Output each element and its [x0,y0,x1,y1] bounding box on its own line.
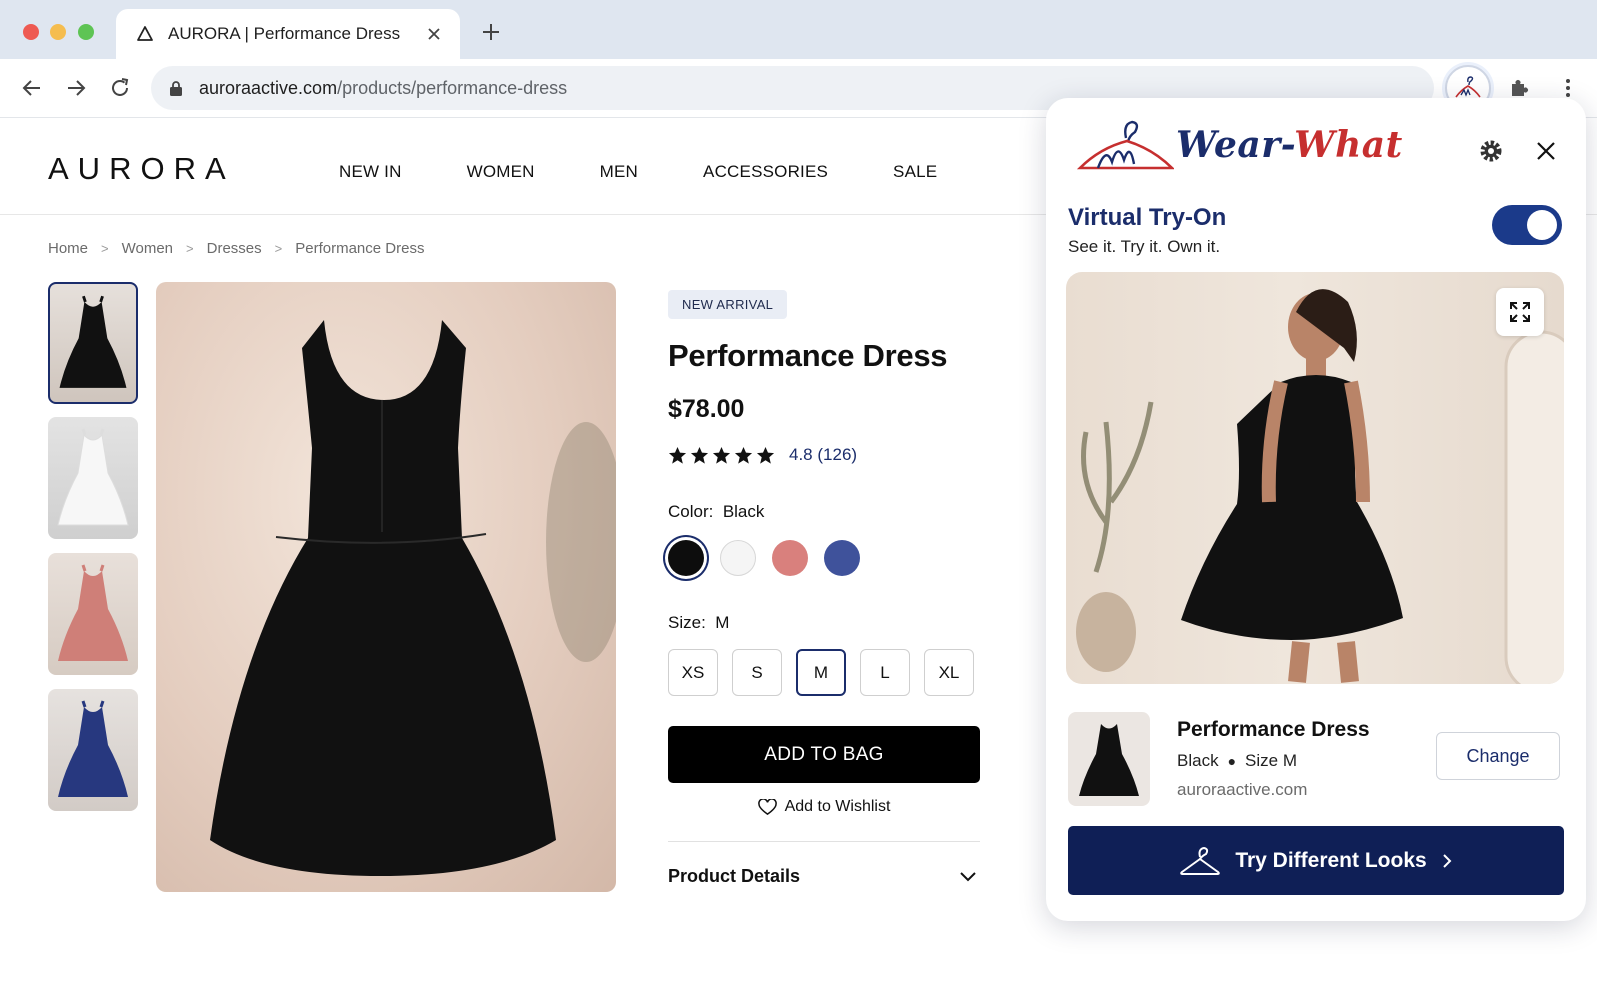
forward-icon[interactable] [64,76,88,100]
nav-item-sale[interactable]: SALE [893,162,937,182]
size-label: Size: M [668,613,730,632]
brand-wordmark: Wear-What [1176,124,1403,166]
window-close-button[interactable] [23,24,39,40]
chevron-right-icon: > [186,241,194,256]
product-details-accordion[interactable]: Product Details [668,866,980,887]
chevron-right-icon [1442,853,1452,868]
size-xl-button[interactable]: XL [924,649,974,696]
window-maximize-button[interactable] [78,24,94,40]
virtual-try-on-toggle[interactable] [1492,205,1562,245]
star-icon [712,446,731,464]
breadcrumb: Home > Women > Dresses > Performance Dre… [48,240,424,257]
selected-item-thumbnail [1068,712,1150,806]
product-details-label: Product Details [668,866,801,886]
try-different-looks-button[interactable]: Try Different Looks [1068,826,1564,895]
size-l-button[interactable]: L [860,649,910,696]
extension-puzzle-icon[interactable] [1508,76,1532,100]
breadcrumb-home[interactable]: Home [48,240,88,257]
tab-close-icon[interactable] [426,26,442,42]
tab-title: AURORA | Performance Dress [168,24,401,43]
swatch-pink[interactable] [772,540,808,576]
cta-label: Try Different Looks [1235,848,1427,872]
rating-text[interactable]: 4.8 (126) [789,445,857,465]
product-rating[interactable]: 4.8 (126) [668,445,857,465]
thumbnail-blue[interactable] [48,689,138,811]
new-arrival-badge: NEW ARRIVAL [668,290,788,319]
window-minimize-button[interactable] [50,24,66,40]
change-item-button[interactable]: Change [1436,732,1560,780]
product-main-image[interactable] [156,282,616,892]
nav-item-men[interactable]: MEN [600,162,638,182]
selected-item-site: auroraactive.com [1177,780,1308,799]
star-icon [668,446,687,464]
close-icon[interactable] [1536,141,1556,161]
breadcrumb-current: Performance Dress [295,240,425,257]
browser-tab[interactable]: AURORA | Performance Dress [116,9,460,59]
store-logo[interactable]: AURORA [48,151,235,187]
size-s-button[interactable]: S [732,649,782,696]
swatch-white[interactable] [720,540,756,576]
try-on-preview-image[interactable] [1066,272,1564,684]
menu-icon[interactable] [1556,76,1580,100]
aurora-favicon-icon [137,26,153,41]
browser-tab-bar: AURORA | Performance Dress [0,0,1597,59]
back-icon[interactable] [20,76,44,100]
chevron-right-icon: > [101,241,109,256]
expand-preview-button[interactable] [1496,288,1544,336]
divider [668,841,980,842]
chevron-right-icon: > [274,241,283,256]
heart-icon [757,798,777,815]
selected-item-name: Performance Dress [1177,718,1370,741]
lock-icon [170,80,182,96]
main-nav: NEW IN WOMEN MEN ACCESSORIES SALE [339,162,1002,182]
toggle-knob [1527,210,1557,240]
chevron-down-icon [960,871,976,881]
color-swatches [668,540,860,576]
breadcrumb-women[interactable]: Women [122,240,173,257]
thumbnail-pink[interactable] [48,553,138,675]
add-to-bag-button[interactable]: ADD TO BAG [668,726,980,783]
size-m-button[interactable]: M [796,649,846,696]
breadcrumb-dresses[interactable]: Dresses [207,240,262,257]
nav-item-women[interactable]: WOMEN [467,162,535,182]
reload-icon[interactable] [108,76,132,100]
size-options: XS S M L XL [668,649,974,696]
star-icon [756,446,775,464]
size-xs-button[interactable]: XS [668,649,718,696]
add-to-wishlist-link[interactable]: Add to Wishlist [668,798,980,816]
product-title: Performance Dress [668,338,948,373]
url-text: auroraactive.com/products/performance-dr… [199,77,568,98]
product-price: $78.00 [668,395,745,423]
gear-icon[interactable] [1478,138,1504,164]
virtual-try-on-title: Virtual Try-On [1068,204,1227,231]
nav-item-new-in[interactable]: NEW IN [339,162,402,182]
wishlist-label: Add to Wishlist [784,798,891,815]
thumbnail-black[interactable] [48,282,138,404]
tagline: See it. Try it. Own it. [1068,237,1221,256]
hanger-logo-icon [1076,120,1174,170]
expand-icon [1510,302,1530,322]
swatch-black[interactable] [668,540,704,576]
star-icon [690,446,709,464]
nav-item-accessories[interactable]: ACCESSORIES [703,162,828,182]
thumbnail-white[interactable] [48,417,138,539]
new-tab-icon[interactable] [481,22,501,42]
swatch-blue[interactable] [824,540,860,576]
wear-what-panel: Wear-What Virtual Try-On See it. Try it.… [1046,98,1586,921]
selected-item-variant: Black ● Size M [1177,751,1298,770]
hanger-icon [1180,846,1221,875]
wear-what-brand: Wear-What [1076,112,1403,178]
star-rating [668,446,775,465]
star-icon [734,446,753,464]
color-label: Color: Black [668,502,765,521]
